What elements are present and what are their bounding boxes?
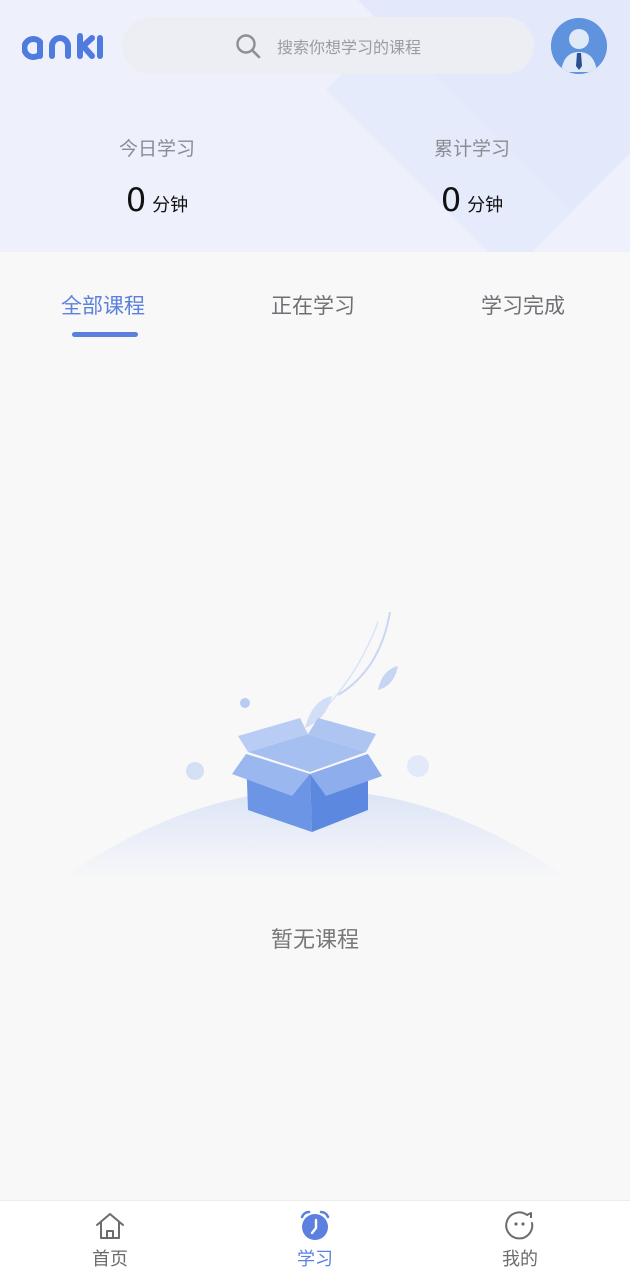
- total-study-unit: 分钟: [467, 195, 504, 216]
- tab-all-courses[interactable]: 全部课程: [23, 290, 183, 320]
- total-study-label: 累计学习: [433, 138, 510, 160]
- app-root: 搜索你想学习的课程 今日学习 0分钟 累计学习 0分钟 全部课程 正在学习: [0, 0, 630, 1280]
- today-study-value: 0 分钟: [47, 181, 267, 219]
- course-tabs: 全部课程 正在学习 学习完成: [0, 290, 630, 350]
- active-tab-indicator: [72, 332, 138, 337]
- home-icon: [96, 1213, 124, 1239]
- nav-mine[interactable]: 我的: [465, 1209, 575, 1271]
- today-study-minutes: 0: [125, 181, 147, 219]
- total-study-stat: 累计学习 0 分钟: [362, 134, 582, 219]
- nav-home[interactable]: 首页: [55, 1209, 165, 1271]
- search-bar[interactable]: 搜索你想学习的课程: [122, 17, 534, 74]
- search-placeholder: 搜索你想学习的课程: [276, 37, 421, 57]
- nav-home-label: 首页: [92, 1249, 128, 1270]
- today-study-stat: 今日学习 0 分钟: [47, 134, 267, 219]
- nav-study-label: 学习: [297, 1249, 333, 1270]
- search-icon: [236, 33, 261, 58]
- alarm-clock-icon: [300, 1210, 330, 1240]
- user-avatar-icon: [551, 18, 607, 74]
- total-study-value: 0 分钟: [362, 181, 582, 219]
- total-study-minutes: 0: [440, 181, 462, 219]
- header: 搜索你想学习的课程 今日学习 0 分钟 累计学习 0 分钟: [0, 0, 630, 252]
- bottom-nav: 首页 学习 我的: [0, 1200, 630, 1280]
- avatar[interactable]: [551, 18, 607, 74]
- nav-mine-label: 我的: [502, 1249, 538, 1270]
- tab-completed[interactable]: 学习完成: [443, 290, 603, 320]
- tab-in-progress[interactable]: 正在学习: [233, 290, 393, 320]
- today-study-label: 今日学习: [118, 138, 195, 160]
- anki-logo: [22, 33, 103, 60]
- today-study-unit: 分钟: [152, 195, 189, 216]
- nav-study[interactable]: 学习: [260, 1209, 370, 1271]
- face-icon: [505, 1211, 534, 1240]
- empty-message: 暂无课程: [270, 928, 359, 953]
- empty-box-illustration: [60, 611, 570, 880]
